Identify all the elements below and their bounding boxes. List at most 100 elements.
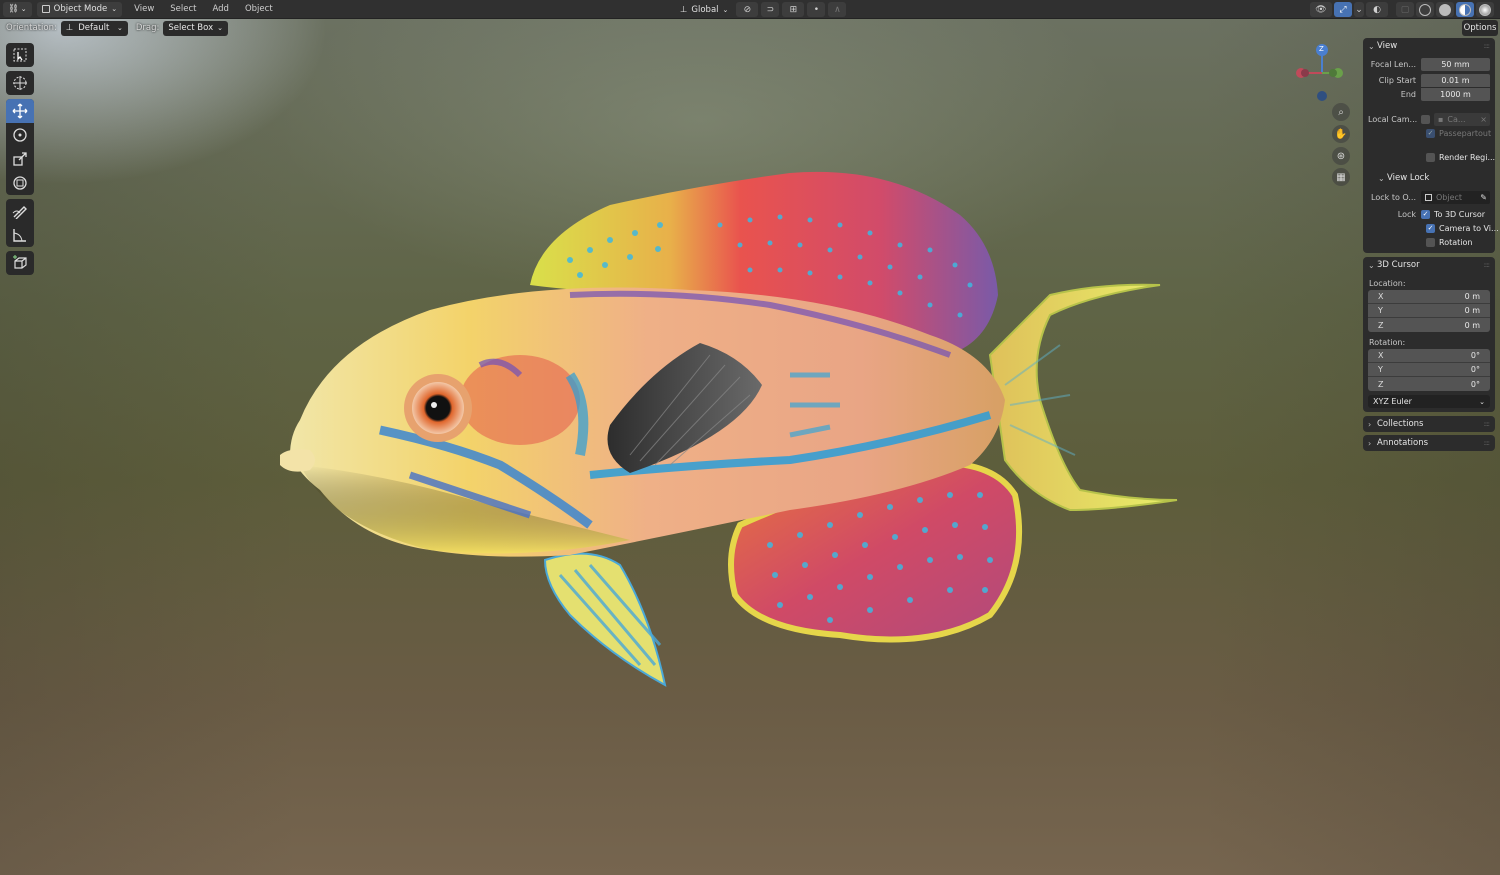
navigation-gizmo[interactable]: Z	[1295, 43, 1345, 103]
annotations-header[interactable]: › Annotations ::::	[1363, 435, 1495, 451]
lock-to-object-field[interactable]: Object ✎	[1421, 190, 1490, 204]
to-3d-cursor-checkbox[interactable]: ✓	[1421, 209, 1430, 219]
axis-label: Y	[1378, 365, 1383, 374]
orientation-axes-icon: ⊥	[680, 4, 688, 15]
view-lock-title: View Lock	[1387, 173, 1430, 183]
visibility-icon[interactable]: 👁	[1310, 2, 1332, 17]
add-cube-icon[interactable]	[6, 251, 34, 275]
passepartout-checkbox[interactable]: ✓	[1426, 128, 1435, 138]
move-icon[interactable]	[6, 99, 34, 123]
view-lock-header[interactable]: ⌄ View Lock	[1363, 170, 1495, 186]
scale-icon[interactable]	[6, 147, 34, 171]
rendered-shading-icon[interactable]	[1476, 2, 1494, 17]
menu-view[interactable]: View	[126, 4, 162, 14]
fish-model[interactable]	[270, 165, 1190, 700]
drag-handle-icon[interactable]: ::::	[1484, 261, 1491, 269]
camera-to-view-checkbox[interactable]: ✓	[1426, 223, 1435, 233]
material-preview-shading-icon[interactable]	[1456, 2, 1474, 17]
rotate-icon[interactable]	[6, 123, 34, 147]
drag-handle-icon[interactable]: ::::	[1484, 439, 1491, 447]
collections-header[interactable]: › Collections ::::	[1363, 416, 1495, 432]
annotate-icon[interactable]	[6, 199, 34, 223]
xray-icon[interactable]: ▢	[1396, 2, 1414, 17]
rotation-z-field[interactable]: Z 0°	[1368, 377, 1490, 391]
select-box-icon[interactable]	[6, 43, 34, 67]
menu-object[interactable]: Object	[237, 4, 281, 14]
gizmo-dropdown-icon[interactable]: ⌄	[1354, 2, 1364, 17]
transform-icon[interactable]	[6, 171, 34, 195]
focal-length-field[interactable]: 50 mm	[1421, 57, 1490, 71]
overlays-icon[interactable]: ◐	[1366, 2, 1388, 17]
rotation-mode-value: XYZ Euler	[1373, 397, 1412, 406]
sidebar: ⌄ View :::: Focal Len... 50 mm Clip Star…	[1363, 38, 1499, 454]
local-camera-checkbox[interactable]	[1421, 114, 1430, 124]
axis-value: 0 m	[1464, 306, 1480, 315]
rotation-y-field[interactable]: Y 0°	[1368, 363, 1490, 377]
3d-cursor-header[interactable]: ⌄ 3D Cursor ::::	[1363, 257, 1495, 273]
clip-end-field[interactable]: 1000 m	[1421, 87, 1490, 101]
chevron-right-icon: ›	[1368, 419, 1372, 429]
cursor-icon[interactable]	[6, 71, 34, 95]
transform-orientation-dropdown[interactable]: ⊥ Global ⌄	[675, 2, 734, 17]
drag-handle-icon[interactable]: ::::	[1484, 420, 1491, 428]
close-icon: ×	[1480, 114, 1487, 124]
local-camera-field[interactable]: ▪ Ca... ×	[1434, 112, 1490, 126]
annotations-panel: › Annotations ::::	[1363, 435, 1495, 451]
drag-handle-icon[interactable]: ::::	[1484, 42, 1491, 50]
view-panel-header[interactable]: ⌄ View ::::	[1363, 38, 1495, 54]
toolbar	[6, 43, 34, 279]
collections-title: Collections	[1377, 419, 1424, 429]
menu-add[interactable]: Add	[205, 4, 237, 14]
3d-viewport-icon: ⛓	[8, 4, 19, 14]
rotation-x-field[interactable]: X 0°	[1368, 349, 1490, 363]
drag-dropdown[interactable]: Select Box ⌄	[163, 20, 228, 36]
location-label: Location:	[1369, 279, 1406, 288]
eyedropper-icon[interactable]: ✎	[1480, 193, 1487, 202]
falloff-icon[interactable]: ∧	[828, 2, 847, 17]
gizmo-toggle-icon[interactable]: ⤢	[1334, 2, 1352, 17]
annotations-title: Annotations	[1377, 438, 1429, 448]
lock-to-object-placeholder: Object	[1436, 192, 1463, 202]
pivot-point-icon[interactable]: ⊘	[736, 2, 759, 17]
chevron-down-icon: ⌄	[1479, 397, 1485, 406]
3d-cursor-title: 3D Cursor	[1377, 260, 1420, 270]
proportional-editing-icon[interactable]: •	[807, 2, 826, 17]
local-camera-value: Ca...	[1447, 114, 1466, 124]
orientation-label: Global	[691, 4, 719, 15]
measure-icon[interactable]	[6, 223, 34, 247]
editor-type-button[interactable]: ⛓ ⌄	[3, 1, 32, 17]
3d-cursor-panel: ⌄ 3D Cursor :::: Location: X0 m Y 0 m Z0 …	[1363, 257, 1495, 412]
rotation-mode-dropdown[interactable]: XYZ Euler ⌄	[1368, 395, 1490, 408]
pan-hand-icon[interactable]: ✋	[1332, 125, 1350, 143]
zoom-icon[interactable]: ⌕	[1332, 103, 1350, 121]
rotation-lock-checkbox[interactable]	[1426, 237, 1435, 247]
perspective-grid-icon[interactable]: ▦	[1332, 168, 1350, 186]
render-region-checkbox[interactable]	[1426, 152, 1435, 162]
orientation-value: Default	[78, 23, 110, 33]
axis-label: Y	[1378, 306, 1383, 315]
options-button[interactable]: Options	[1462, 20, 1498, 36]
collections-panel: › Collections ::::	[1363, 416, 1495, 432]
location-y-field[interactable]: Y 0 m	[1368, 304, 1490, 318]
solid-shading-icon[interactable]	[1436, 2, 1454, 17]
clip-start-field[interactable]: 0.01 m	[1421, 73, 1490, 87]
rotation-vector: X 0° Y 0° Z 0°	[1368, 349, 1490, 391]
clip-end-label: End	[1400, 89, 1416, 99]
orientation-dropdown[interactable]: ⊥ Default ⌄	[60, 20, 128, 36]
object-icon	[1425, 193, 1432, 201]
snap-target-icon[interactable]: ⊞	[782, 2, 805, 17]
passepartout-label: Passepartout	[1439, 128, 1492, 138]
location-z-field[interactable]: Z 0 m	[1368, 318, 1490, 332]
wireframe-shading-icon[interactable]	[1416, 2, 1434, 17]
lock-label: Lock	[1397, 209, 1416, 219]
camera-to-view-label: Camera to Vi...	[1439, 223, 1499, 233]
axis-label: Z	[1378, 379, 1384, 389]
camera-view-icon[interactable]: ⊛	[1332, 147, 1350, 165]
location-x-field[interactable]: X 0 m	[1368, 290, 1490, 304]
axis-value: 0°	[1470, 365, 1480, 374]
mode-dropdown[interactable]: Object Mode ⌄	[36, 1, 123, 17]
chevron-right-icon: ›	[1368, 438, 1372, 448]
menu-select[interactable]: Select	[162, 4, 204, 14]
snap-icon[interactable]: ⊃	[761, 2, 780, 17]
axis-label: X	[1378, 292, 1384, 301]
